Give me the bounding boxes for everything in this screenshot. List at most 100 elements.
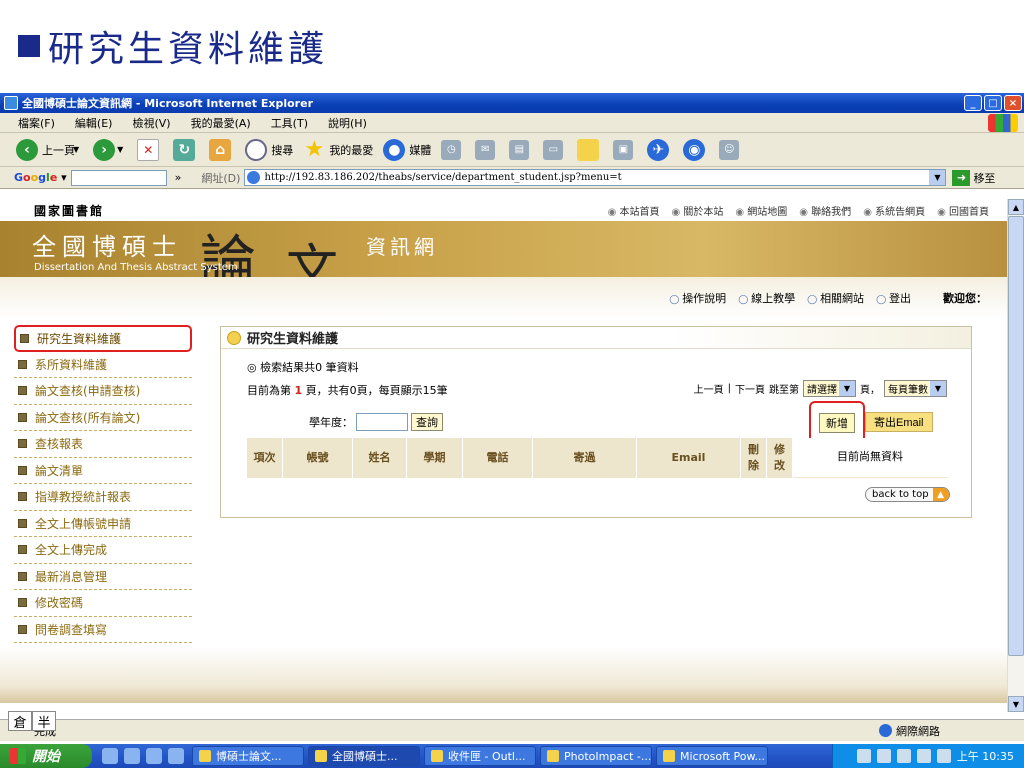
tray-icon[interactable]	[896, 749, 911, 763]
sidebar-item-review-apply[interactable]: 論文查核(申請查核)	[14, 378, 192, 405]
google-search-input[interactable]	[70, 169, 167, 186]
sidebar-item-review-all[interactable]: 論文查核(所有論文)	[14, 405, 192, 431]
media-button[interactable]: ● 媒體	[383, 138, 432, 161]
clock[interactable]: 上午 10:35	[957, 748, 1014, 764]
sidebar-item-thesis-list[interactable]: 論文清單	[14, 458, 192, 484]
add-button[interactable]: 新增	[819, 413, 855, 433]
sidebar-item-label: 論文查核(申請查核)	[35, 384, 141, 399]
help-icon[interactable]	[876, 749, 891, 763]
back-label: 上一頁	[42, 143, 75, 157]
link-library-home[interactable]: 回國首頁	[937, 203, 989, 218]
scroll-down-icon[interactable]: ▼	[1008, 696, 1024, 712]
menu-edit[interactable]: 編輯(E)	[75, 115, 113, 131]
link-about[interactable]: 關於本站	[671, 203, 723, 218]
task-photoimpact[interactable]: PhotoImpact -...	[540, 746, 652, 766]
volume-icon[interactable]	[936, 749, 951, 763]
tool-button[interactable]: ◉	[683, 138, 709, 161]
sidebar-item-review-report[interactable]: 查核報表	[14, 431, 192, 458]
send-email-button[interactable]: 寄出Email	[865, 412, 933, 432]
media-label: 媒體	[409, 143, 432, 157]
col-sent: 寄過	[533, 438, 637, 478]
stop-icon: ✕	[137, 138, 160, 161]
task-powerpoint[interactable]: Microsoft Pow...	[656, 746, 768, 766]
link-sitemap[interactable]: 網站地圖	[735, 203, 787, 218]
tray-icon[interactable]	[856, 749, 871, 763]
address-dropdown-icon[interactable]: ▼	[929, 170, 946, 185]
sidebar-item-department-data[interactable]: 系所資料維護	[14, 352, 192, 378]
page-scrollbar[interactable]: ▲ ▼	[1007, 199, 1024, 712]
task-folder[interactable]: 博碩士論文...	[192, 746, 304, 766]
task-ie[interactable]: 全國博碩士...	[308, 746, 420, 766]
prev-page-link[interactable]: 上一頁	[694, 381, 724, 396]
quick-launch-icon[interactable]	[124, 748, 140, 764]
menu-help[interactable]: 說明(H)	[328, 115, 367, 131]
start-button[interactable]: 開始	[0, 744, 92, 768]
quick-launch-icon[interactable]	[146, 748, 162, 764]
mail-button[interactable]: ✉	[475, 139, 499, 160]
quick-launch-icon[interactable]	[168, 748, 184, 764]
search-button[interactable]: 搜尋	[245, 138, 293, 161]
page-jump-select[interactable]: 請選擇 ▼	[803, 380, 856, 397]
favorites-button[interactable]: ★ 我的最愛	[303, 137, 373, 162]
menu-tools[interactable]: 工具(T)	[271, 115, 308, 131]
sidebar-item-advisor-report[interactable]: 指導教授統計報表	[14, 484, 192, 511]
history-button[interactable]: ◷	[441, 139, 465, 160]
network-icon[interactable]	[916, 749, 931, 763]
banner-title-2: 資訊網	[366, 235, 438, 259]
task-outlook[interactable]: 收件匣 - Outl...	[424, 746, 536, 766]
toolbar-overflow-icon[interactable]: »	[175, 171, 182, 184]
sidebar-item-survey[interactable]: 問卷調查填寫	[14, 617, 192, 643]
sidebar-item-upload-account[interactable]: 全文上傳帳號申請	[14, 511, 192, 537]
sidebar-item-news[interactable]: 最新消息管理	[14, 564, 192, 590]
home-button[interactable]: ⌂	[209, 138, 235, 161]
next-page-link[interactable]: 下一頁	[735, 381, 765, 396]
back-button[interactable]: ‹ 上一頁 ▼	[16, 138, 83, 161]
query-button[interactable]: 查詢	[411, 413, 443, 431]
nav-tutorial[interactable]: 線上教學	[738, 290, 795, 306]
sidebar-item-student-data[interactable]: 研究生資料維護	[14, 325, 192, 352]
link-contact[interactable]: 聯絡我們	[799, 203, 851, 218]
address-input[interactable]: http://192.83.186.202/theabs/service/dep…	[244, 169, 947, 186]
sidebar-item-password[interactable]: 修改密碼	[14, 590, 192, 617]
close-button[interactable]: ×	[1004, 95, 1022, 111]
quick-launch-icon[interactable]	[102, 748, 118, 764]
ime-width-button[interactable]: 半	[32, 711, 56, 731]
sidebar-item-upload-complete[interactable]: 全文上傳完成	[14, 537, 192, 564]
scroll-up-icon[interactable]: ▲	[1008, 199, 1024, 215]
back-to-top-button[interactable]: back to top ▲	[865, 487, 950, 502]
forward-button[interactable]: › ▼	[93, 138, 127, 161]
per-page-select[interactable]: 每頁筆數 ▼	[884, 380, 947, 397]
scroll-thumb[interactable]	[1008, 216, 1024, 656]
discuss-button[interactable]	[577, 138, 603, 161]
menu-view[interactable]: 檢視(V)	[132, 115, 170, 131]
menu-favorites[interactable]: 我的最愛(A)	[191, 115, 251, 131]
window-titlebar[interactable]: 全國博碩士論文資訊網 - Microsoft Internet Explorer…	[0, 93, 1024, 113]
sidebar-item-label: 修改密碼	[35, 596, 84, 611]
ime-mode-button[interactable]: 倉	[8, 711, 32, 731]
address-label: 網址(D)	[201, 171, 241, 185]
messenger-button[interactable]: ✈	[647, 138, 673, 161]
nav-logout[interactable]: 登出	[876, 290, 911, 306]
stop-button[interactable]: ✕	[137, 138, 163, 161]
link-system[interactable]: 系統告網頁	[863, 203, 925, 218]
maximize-button[interactable]: □	[984, 95, 1002, 111]
back-dropdown-icon[interactable]: ▼	[73, 145, 79, 154]
people-button[interactable]: ☺	[719, 139, 743, 160]
year-input[interactable]	[356, 413, 408, 431]
go-button[interactable]: ➜ 移至	[952, 169, 995, 186]
page-unit-label: 頁，	[860, 385, 880, 396]
refresh-button[interactable]: ↻	[173, 138, 199, 161]
link-home[interactable]: 本站首頁	[608, 203, 659, 218]
web-page: 國家圖書館 本站首頁 關於本站 網站地圖 聯絡我們 系統告網頁 回國首頁 全國博…	[0, 199, 1007, 703]
edit-button[interactable]: ▭	[543, 139, 567, 160]
forward-dropdown-icon[interactable]: ▼	[117, 145, 123, 154]
nav-guide[interactable]: 操作說明	[669, 290, 726, 306]
research-button[interactable]: ▣	[613, 139, 637, 160]
print-button[interactable]: ▤	[509, 139, 533, 160]
nav-related[interactable]: 相關網站	[807, 290, 864, 306]
menu-file[interactable]: 檔案(F)	[18, 115, 55, 131]
minimize-button[interactable]: _	[964, 95, 982, 111]
col-name: 姓名	[353, 438, 407, 478]
sidebar-item-label: 論文查核(所有論文)	[35, 410, 141, 425]
google-toolbar-logo[interactable]: Google ▾	[14, 171, 67, 184]
